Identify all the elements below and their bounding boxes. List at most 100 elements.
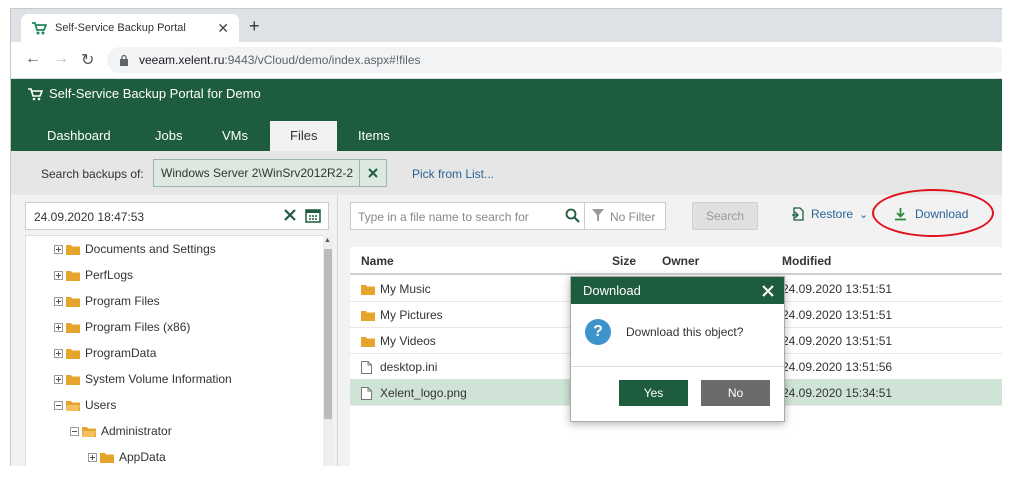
tree-item[interactable]: Administrator xyxy=(70,418,172,444)
row-name: My Pictures xyxy=(380,308,443,322)
expand-icon[interactable] xyxy=(54,374,63,384)
row-name: desktop.ini xyxy=(380,360,438,374)
filter-dropdown[interactable]: No Filter xyxy=(584,202,666,230)
url-field[interactable]: veeam.xelent.ru:9443/vCloud/demo/index.a… xyxy=(107,47,1007,73)
tree-item-label: Users xyxy=(85,398,117,412)
close-tab-icon[interactable]: ✕ xyxy=(217,20,229,37)
folder-icon xyxy=(66,374,80,385)
torn-edge-right xyxy=(1002,0,1024,488)
row-name: My Videos xyxy=(380,334,436,348)
browser-tab[interactable]: Self-Service Backup Portal ✕ xyxy=(21,14,239,42)
reload-icon[interactable]: ↻ xyxy=(81,50,94,70)
app-title: Self-Service Backup Portal for Demo xyxy=(27,86,261,101)
search-backups-row: Search backups of: Windows Server 2\WinS… xyxy=(11,151,1007,195)
expand-icon[interactable] xyxy=(54,244,63,254)
tab-vms[interactable]: VMs xyxy=(202,121,268,151)
row-modified: 24.09.2020 13:51:51 xyxy=(782,334,893,348)
no-button[interactable]: No xyxy=(701,380,770,406)
search-icon[interactable] xyxy=(565,208,580,223)
scroll-up-icon[interactable]: ▲ xyxy=(324,237,331,244)
folder-tree-panel: 24.09.2020 18:47:53 Documents and Settin… xyxy=(11,195,338,471)
tab-dashboard[interactable]: Dashboard xyxy=(27,121,131,151)
folder-icon xyxy=(66,322,80,333)
app-title-text: Self-Service Backup Portal for Demo xyxy=(49,86,261,101)
forward-icon[interactable]: → xyxy=(53,50,69,68)
restore-point-date-field[interactable]: 24.09.2020 18:47:53 xyxy=(25,202,329,230)
clear-source-icon[interactable] xyxy=(359,160,386,186)
tree-item[interactable]: Program Files (x86) xyxy=(54,314,190,340)
folder-icon xyxy=(361,284,375,295)
tree-item[interactable]: Program Files xyxy=(54,288,160,314)
new-tab-icon[interactable]: + xyxy=(249,16,260,37)
row-modified: 24.09.2020 13:51:56 xyxy=(782,360,893,374)
folder-icon xyxy=(66,244,80,255)
collapse-icon[interactable] xyxy=(54,400,63,410)
restore-icon xyxy=(792,207,804,221)
folder-tree: Documents and Settings PerfLogs Program … xyxy=(25,235,325,471)
tree-item[interactable]: PerfLogs xyxy=(54,262,133,288)
tree-item-label: Program Files (x86) xyxy=(85,320,191,334)
expand-icon[interactable] xyxy=(54,270,63,280)
file-search-placeholder: Type in a file name to search for xyxy=(358,210,529,224)
collapse-icon[interactable] xyxy=(70,426,79,436)
tab-strip: Self-Service Backup Portal ✕ + xyxy=(11,9,1007,42)
download-dialog: Download ? Download this object? Yes No xyxy=(570,276,785,422)
highlight-ring xyxy=(872,189,994,237)
chevron-down-icon: ⌄ xyxy=(859,208,869,221)
tab-title: Self-Service Backup Portal xyxy=(55,22,186,34)
row-name-cell: My Music xyxy=(361,282,431,296)
expand-icon[interactable] xyxy=(54,348,63,358)
folder-icon xyxy=(66,270,80,281)
row-name-cell: Xelent_logo.png xyxy=(361,386,467,400)
row-name-cell: My Videos xyxy=(361,334,436,348)
tab-jobs[interactable]: Jobs xyxy=(135,121,202,151)
backup-source-value: Windows Server 2\WinSrv2012R2-2 xyxy=(161,166,354,180)
filter-icon xyxy=(592,209,604,222)
url-path: :9443/vCloud/demo/index.aspx#!files xyxy=(224,53,421,67)
tree-item[interactable]: System Volume Information xyxy=(54,366,232,392)
tree-item[interactable]: ProgramData xyxy=(54,340,156,366)
tab-files[interactable]: Files xyxy=(270,121,338,151)
row-name: Xelent_logo.png xyxy=(380,386,467,400)
column-name[interactable]: Name xyxy=(361,254,394,268)
restore-point-date-value: 24.09.2020 18:47:53 xyxy=(34,210,145,224)
yes-button[interactable]: Yes xyxy=(619,380,688,406)
row-modified: 24.09.2020 15:34:51 xyxy=(782,386,893,400)
tab-items[interactable]: Items xyxy=(338,121,410,151)
file-search-input[interactable]: Type in a file name to search for xyxy=(350,202,585,230)
clear-date-icon[interactable] xyxy=(282,207,298,223)
open-folder-icon xyxy=(82,426,96,437)
column-size[interactable]: Size xyxy=(612,254,636,268)
tree-item-label: AppData xyxy=(119,450,166,464)
restore-button[interactable]: Restore ⌄ xyxy=(791,207,868,221)
row-name-cell: desktop.ini xyxy=(361,360,437,374)
row-modified: 24.09.2020 13:51:51 xyxy=(782,308,893,322)
scrollbar-thumb[interactable] xyxy=(324,249,332,419)
row-name-cell: My Pictures xyxy=(361,308,443,322)
close-icon[interactable] xyxy=(761,284,775,298)
search-button[interactable]: Search xyxy=(692,202,758,230)
search-backups-label: Search backups of: xyxy=(41,167,144,181)
tree-item-label: Documents and Settings xyxy=(85,242,216,256)
folder-icon xyxy=(361,336,375,347)
backup-source-field[interactable]: Windows Server 2\WinSrv2012R2-2 xyxy=(153,159,387,187)
question-icon: ? xyxy=(585,319,611,345)
tree-scrollbar[interactable]: ▲ xyxy=(323,235,333,471)
expand-icon[interactable] xyxy=(54,322,63,332)
expand-icon[interactable] xyxy=(54,296,63,306)
tree-item-label: ProgramData xyxy=(85,346,157,360)
row-name: My Music xyxy=(380,282,431,296)
tree-item[interactable]: Users xyxy=(54,392,116,418)
pick-from-list-link[interactable]: Pick from List... xyxy=(412,167,494,181)
dialog-body: ? Download this object? xyxy=(571,304,784,367)
lock-icon xyxy=(120,54,128,66)
expand-icon[interactable] xyxy=(88,452,97,462)
tree-item[interactable]: Documents and Settings xyxy=(54,236,216,262)
calendar-icon[interactable] xyxy=(305,207,321,223)
back-icon[interactable]: ← xyxy=(25,50,41,68)
column-owner[interactable]: Owner xyxy=(662,254,699,268)
file-icon xyxy=(361,360,372,374)
folder-icon xyxy=(66,296,80,307)
torn-edge-bottom xyxy=(0,466,1024,488)
column-modified[interactable]: Modified xyxy=(782,254,831,268)
